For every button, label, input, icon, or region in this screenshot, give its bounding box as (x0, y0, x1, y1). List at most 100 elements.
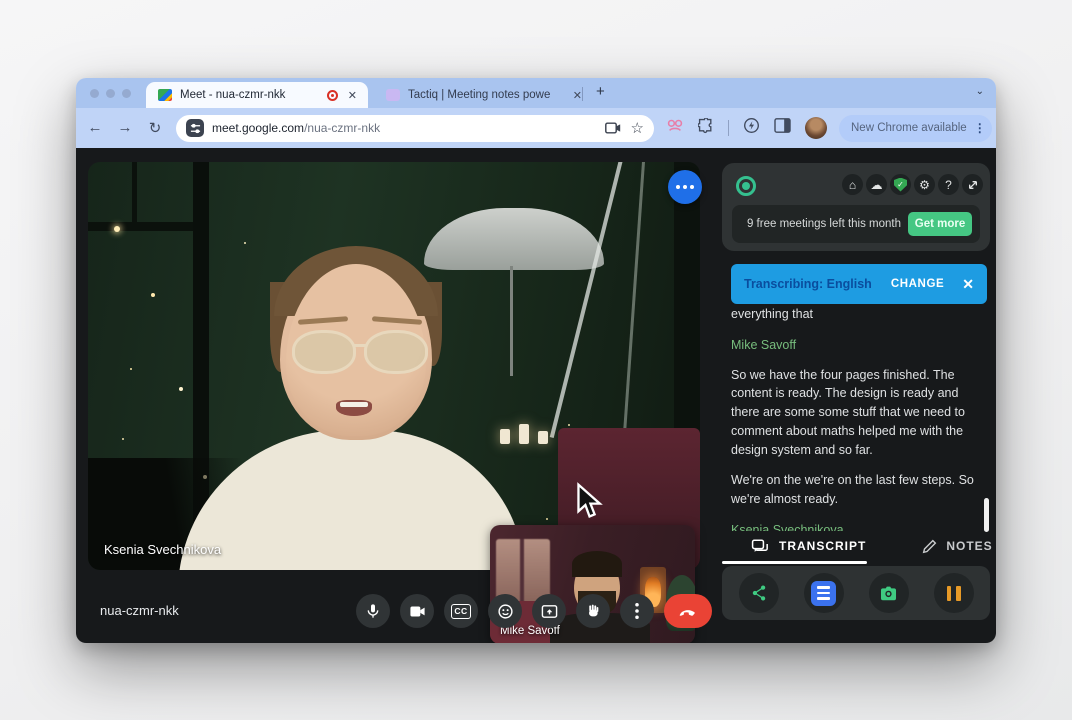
tab-divider (582, 87, 583, 101)
transcript-list[interactable]: everything that Mike Savoff So we have the… (731, 305, 983, 531)
glasses-bridge (354, 344, 366, 347)
extensions-puzzle-icon[interactable] (698, 118, 714, 139)
resize-icon[interactable] (962, 174, 983, 195)
side-panel-icon[interactable] (774, 118, 791, 138)
microphone-button[interactable] (356, 594, 390, 628)
meet-page: Ksenia Svechnikova Mike Savoff nua-czmr-… (76, 148, 996, 643)
profile-avatar[interactable] (805, 117, 827, 139)
raise-hand-button[interactable] (576, 594, 610, 628)
cc-icon: CC (451, 604, 471, 619)
transcript-paragraph: We're on the we're on the last few steps… (731, 471, 983, 509)
settings-gear-icon[interactable]: ⚙ (914, 174, 935, 195)
window-controls[interactable] (90, 89, 131, 98)
candles (500, 424, 548, 444)
participant-mouth (336, 400, 372, 416)
toolbar-divider (728, 120, 729, 136)
string-lights (114, 226, 120, 232)
glass-door-edge (550, 162, 626, 438)
browser-window: Meet - nua-czmr-nkk ✕ Tactiq | Meeting n… (76, 78, 996, 643)
present-screen-button[interactable] (532, 594, 566, 628)
chat-bubbles-icon (751, 539, 770, 554)
tactiq-logo-icon (736, 176, 756, 196)
participant-hair (572, 551, 622, 577)
back-button[interactable]: ← (82, 119, 108, 137)
tab-label: TRANSCRIPT (779, 539, 866, 553)
change-language-button[interactable]: CHANGE (891, 278, 944, 290)
participant-body (178, 430, 524, 570)
tab-capture-icon[interactable] (605, 121, 621, 135)
tab-title: Tactiq | Meeting notes powe (408, 89, 570, 101)
active-tab-underline (722, 561, 867, 564)
free-meetings-banner: 9 free meetings left this month Get more (732, 205, 980, 243)
meet-controls: CC (356, 594, 712, 628)
reactions-button[interactable] (488, 594, 522, 628)
tactiq-panel: ⌂ ☁ ✓ ⚙ ? 9 free meetings left this mont… (722, 163, 990, 618)
end-call-button[interactable] (664, 594, 712, 628)
minimize-window-button[interactable] (106, 89, 115, 98)
share-button[interactable] (739, 573, 779, 613)
mouse-cursor (575, 482, 605, 522)
transcript-paragraph: So we have the four pages finished. The … (731, 366, 983, 460)
tactiq-tabs: TRANSCRIPT NOTES (731, 532, 987, 560)
meet-favicon-icon (158, 89, 172, 101)
shield-check-icon[interactable]: ✓ (890, 174, 911, 195)
browser-toolbar: ← → ↻ meet.google.com/nua-czmr-nkk ☆ (76, 108, 996, 148)
transcribing-bar: Transcribing: English CHANGE ✕ (731, 264, 987, 304)
home-icon[interactable]: ⌂ (842, 174, 863, 195)
window-frame (132, 162, 137, 222)
reload-button[interactable]: ↻ (142, 119, 168, 137)
pause-icon (947, 586, 961, 601)
forward-button[interactable]: → (112, 119, 138, 137)
pause-transcription-button[interactable] (934, 573, 974, 613)
tab-strip: Meet - nua-czmr-nkk ✕ Tactiq | Meeting n… (76, 78, 996, 108)
bookmark-star-icon[interactable]: ☆ (631, 119, 644, 137)
chrome-update-button[interactable]: New Chrome available ⋮ (839, 115, 992, 142)
address-bar[interactable]: meet.google.com/nua-czmr-nkk ☆ (176, 115, 654, 142)
glasses (364, 330, 428, 374)
transcript-paragraph: everything that (731, 305, 983, 324)
close-tab-icon[interactable]: ✕ (345, 89, 360, 102)
participant-name-label: Ksenia Svechnikova (104, 542, 221, 557)
cloud-upload-icon[interactable]: ☁ (866, 174, 887, 195)
open-notes-doc-button[interactable] (804, 573, 844, 613)
chrome-update-label: New Chrome available (851, 122, 967, 134)
performance-icon[interactable] (743, 117, 760, 139)
chat-notification-bubble[interactable] (668, 170, 702, 204)
close-window-button[interactable] (90, 89, 99, 98)
tactiq-header: ⌂ ☁ ✓ ⚙ ? 9 free meetings left this mont… (722, 163, 990, 251)
browser-menu-icon[interactable]: ⋮ (974, 121, 986, 135)
recording-indicator-icon (327, 90, 338, 101)
tab-meet[interactable]: Meet - nua-czmr-nkk ✕ (146, 82, 368, 108)
camera-button[interactable] (400, 594, 434, 628)
screenshot-button[interactable] (869, 573, 909, 613)
tab-tactiq[interactable]: Tactiq | Meeting notes powe ✕ (376, 82, 591, 108)
tactiq-action-bar (722, 566, 990, 620)
captions-button[interactable]: CC (444, 594, 478, 628)
transcript-speaker: Ksenia Svechnikova (731, 521, 983, 531)
help-icon[interactable]: ? (938, 174, 959, 195)
patio-umbrella (424, 208, 604, 270)
tactiq-extension-icon[interactable] (666, 118, 684, 139)
new-tab-button[interactable]: + (596, 83, 605, 100)
main-video-tile[interactable]: Ksenia Svechnikova (88, 162, 700, 570)
more-options-button[interactable] (620, 594, 654, 628)
tab-transcript[interactable]: TRANSCRIPT (751, 539, 866, 554)
tab-title: Meet - nua-czmr-nkk (180, 89, 320, 101)
glasses (292, 330, 356, 374)
transcribing-label: Transcribing: English (744, 277, 891, 291)
close-icon[interactable]: ✕ (962, 276, 974, 293)
site-info-icon[interactable] (186, 119, 204, 137)
tactiq-favicon-icon (386, 89, 400, 101)
transcript-speaker: Mike Savoff (731, 336, 983, 355)
tab-search-chevron-icon[interactable]: ⌄ (976, 86, 984, 97)
window-frame (88, 222, 193, 231)
tab-label: NOTES (946, 539, 992, 553)
get-more-button[interactable]: Get more (908, 212, 972, 236)
scrollbar-thumb[interactable] (984, 498, 989, 532)
banner-text: 9 free meetings left this month (746, 217, 908, 231)
zoom-window-button[interactable] (122, 89, 131, 98)
url-text: meet.google.com/nua-czmr-nkk (212, 121, 595, 135)
pencil-icon (922, 539, 937, 554)
tab-notes[interactable]: NOTES (922, 539, 992, 554)
doc-icon (811, 581, 836, 606)
